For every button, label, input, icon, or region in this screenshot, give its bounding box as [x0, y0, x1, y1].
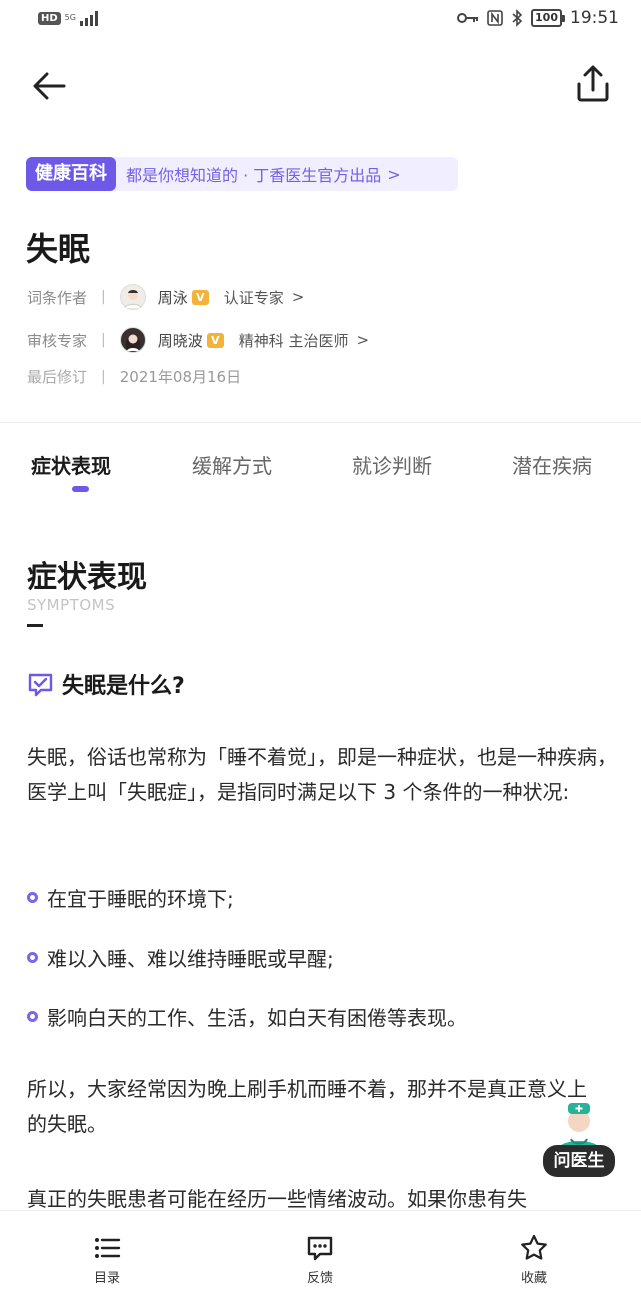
section-title: 症状表现: [27, 560, 147, 595]
avatar: [119, 284, 146, 310]
chevron-right-icon: >: [291, 288, 305, 306]
battery-indicator: 100: [531, 9, 565, 27]
chevron-right-icon: >: [356, 331, 370, 349]
verified-badge-icon: V: [206, 332, 224, 348]
list-icon: [95, 1238, 121, 1258]
signal-icon: [79, 10, 98, 26]
favorite-button[interactable]: 收藏: [504, 1233, 564, 1286]
status-right: 100 19:51: [457, 8, 619, 28]
clock: 19:51: [570, 8, 619, 28]
nfc-icon: [487, 10, 503, 26]
tab-diseases[interactable]: 潜在疾病: [512, 450, 592, 479]
list-item: 影响白天的工作、生活，如白天有困倦等表现。: [27, 1002, 467, 1031]
author-name: 周泳: [157, 288, 188, 307]
chevron-right-icon: >: [387, 164, 401, 184]
paragraph: 失眠，俗话也常称为「睡不着觉」，即是一种症状，也是一种疾病，医学上叫「失眠症」，…: [27, 745, 617, 804]
status-left: HD 5G: [38, 10, 98, 26]
section-underline: [27, 624, 43, 627]
divider: [0, 422, 641, 423]
list-item-text: 难以入睡、难以维持睡眠或早醒;: [47, 947, 334, 971]
tab-symptoms[interactable]: 症状表现: [31, 450, 111, 479]
bluetooth-icon: [512, 9, 523, 27]
bullet-icon: [27, 1011, 38, 1022]
avatar: [119, 327, 146, 353]
key-icon: [457, 13, 479, 23]
question-title: 失眠是什么?: [62, 674, 185, 699]
author-label: 词条作者: [27, 288, 88, 307]
tab-indicator: [72, 486, 89, 492]
tab-diagnosis[interactable]: 就诊判断: [352, 450, 432, 479]
list-item: 难以入睡、难以维持睡眠或早醒;: [27, 943, 334, 972]
share-icon: [577, 65, 609, 102]
verified-badge-icon: V: [191, 289, 209, 305]
comment-icon: [307, 1236, 333, 1261]
page-title: 失眠: [26, 230, 91, 268]
bullet-icon: [27, 952, 38, 963]
back-button[interactable]: [28, 64, 72, 108]
reviewer-name: 周晓波: [157, 331, 203, 350]
bottom-bar: 目录 反馈 收藏: [0, 1210, 641, 1308]
author-role: 认证专家: [223, 288, 284, 307]
reviewer-row[interactable]: 审核专家 | 周晓波 V 精神科 主治医师 >: [27, 327, 369, 353]
star-icon: [521, 1234, 547, 1260]
separator: |: [101, 289, 106, 305]
feedback-button[interactable]: 反馈: [290, 1233, 350, 1286]
author-row[interactable]: 词条作者 | 周泳 V 认证专家 >: [27, 284, 304, 310]
banner-tag: 健康百科: [26, 157, 116, 191]
toc-button[interactable]: 目录: [77, 1233, 137, 1286]
tab-relief[interactable]: 缓解方式: [192, 450, 272, 479]
revised-date: 2021年08月16日: [119, 368, 242, 386]
ask-doctor-label: 问医生: [543, 1145, 615, 1177]
list-item: 在宜于睡眠的环境下;: [27, 883, 234, 912]
list-item-text: 在宜于睡眠的环境下;: [47, 887, 234, 911]
feedback-label: 反馈: [306, 1271, 333, 1286]
bullet-icon: [27, 892, 38, 903]
banner-text: 都是你想知道的 · 丁香医生官方出品: [126, 166, 382, 185]
status-bar: HD 5G 100 19:51: [0, 0, 641, 40]
reviewer-role: 精神科 主治医师: [238, 331, 349, 350]
share-button[interactable]: [571, 62, 615, 106]
paragraph: 所以，大家经常因为晚上刷手机而睡不着，那并不是真正意义上的失眠。: [27, 1077, 587, 1136]
hd-indicator: HD: [38, 11, 61, 25]
separator: |: [101, 368, 106, 385]
revised-label: 最后修订: [27, 368, 88, 386]
reviewer-label: 审核专家: [27, 331, 88, 350]
network-type: 5G: [64, 13, 76, 22]
toc-label: 目录: [93, 1271, 120, 1286]
encyclopedia-banner[interactable]: 健康百科 都是你想知道的 · 丁香医生官方出品 >: [26, 157, 458, 191]
section-subtitle: SYMPTOMS: [27, 596, 116, 614]
ask-doctor-button[interactable]: 问医生: [541, 1101, 617, 1179]
arrow-left-icon: [33, 72, 66, 100]
revision-row: 最后修订 | 2021年08月16日: [27, 366, 241, 387]
list-item-text: 影响白天的工作、生活，如白天有困倦等表现。: [47, 1006, 467, 1030]
chat-check-icon: [28, 673, 53, 697]
favorite-label: 收藏: [520, 1271, 547, 1286]
separator: |: [101, 332, 106, 348]
